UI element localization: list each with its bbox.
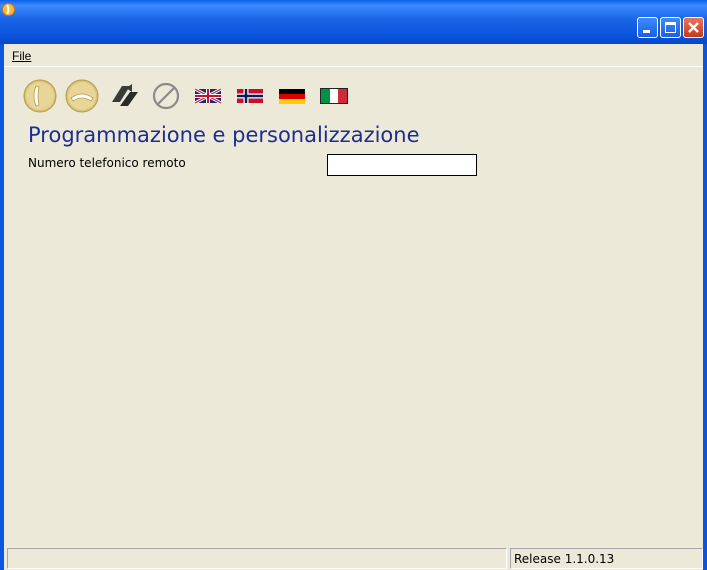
flag-germany-icon[interactable] bbox=[274, 78, 310, 114]
close-icon bbox=[688, 22, 699, 33]
hangup-icon[interactable] bbox=[64, 78, 100, 114]
maximize-icon bbox=[665, 22, 676, 33]
app-icon bbox=[2, 3, 15, 16]
transfer-icon[interactable] bbox=[106, 78, 142, 114]
no-entry-icon[interactable] bbox=[148, 78, 184, 114]
remote-number-label: Numero telefonico remoto bbox=[28, 156, 186, 170]
window-controls bbox=[637, 17, 704, 39]
flag-norway-icon[interactable] bbox=[232, 78, 268, 114]
application-window: File Programmazione e personalizzazione … bbox=[0, 0, 707, 570]
minimize-button[interactable] bbox=[637, 17, 658, 38]
menu-file[interactable]: File bbox=[12, 49, 31, 63]
status-bar: Release 1.1.0.13 bbox=[4, 548, 703, 570]
title-bar[interactable] bbox=[0, 0, 707, 44]
page-title: Programmazione e personalizzazione bbox=[28, 123, 420, 147]
client-area: File Programmazione e personalizzazione … bbox=[4, 44, 703, 570]
status-pane bbox=[7, 548, 507, 569]
dial-icon[interactable] bbox=[22, 78, 58, 114]
maximize-button[interactable] bbox=[660, 17, 681, 38]
close-button[interactable] bbox=[683, 17, 704, 38]
flag-uk-icon[interactable] bbox=[190, 78, 226, 114]
remote-number-input[interactable] bbox=[327, 154, 477, 176]
menu-bar: File bbox=[4, 44, 703, 67]
release-version: Release 1.1.0.13 bbox=[510, 548, 703, 569]
flag-italy-icon[interactable] bbox=[316, 78, 352, 114]
menu-file-label: File bbox=[12, 49, 32, 63]
minimize-icon bbox=[643, 30, 650, 33]
